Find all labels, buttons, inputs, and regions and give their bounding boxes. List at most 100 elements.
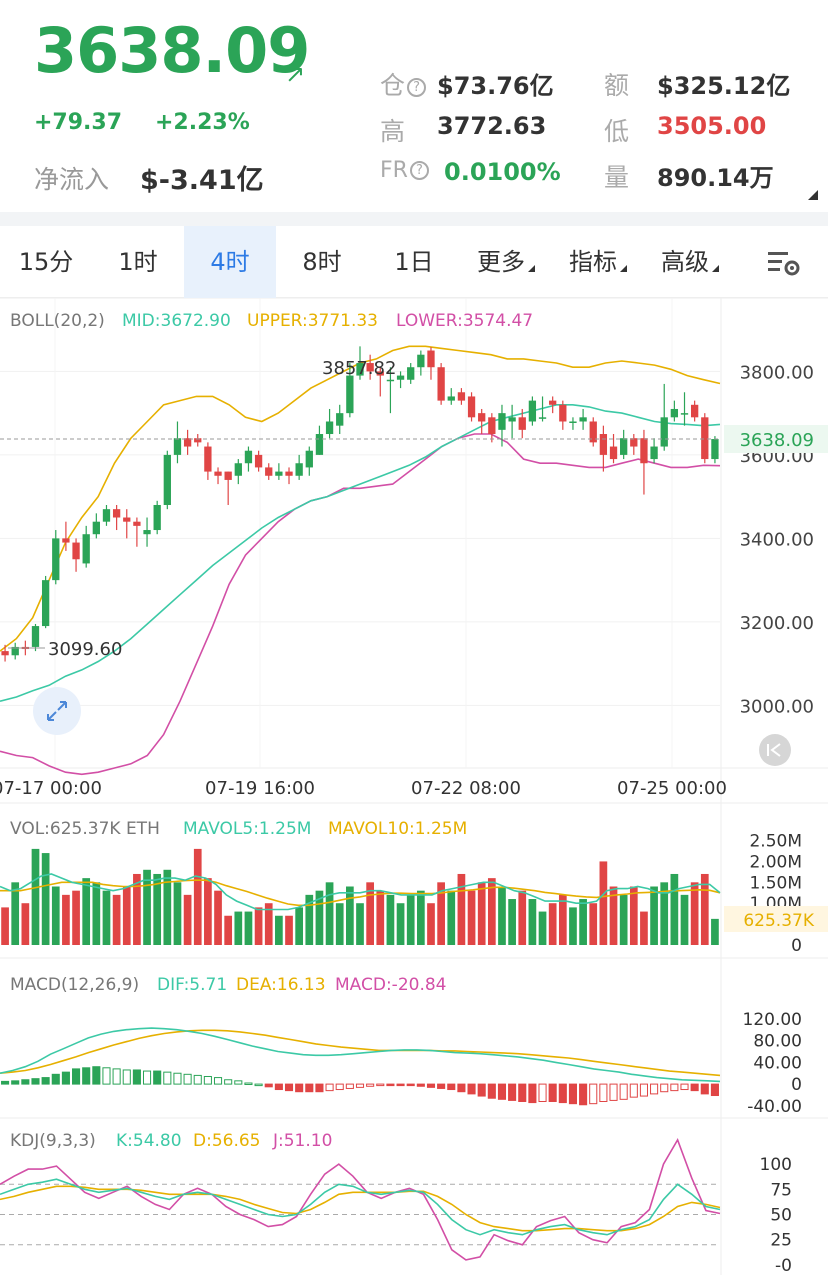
- kdj-d-line: [0, 1185, 721, 1232]
- macd-histogram-bar: [710, 1083, 719, 1097]
- tab-1h[interactable]: 1时: [92, 226, 184, 298]
- candle-body: [224, 471, 232, 480]
- candle-body: [467, 396, 476, 418]
- rewind-button[interactable]: [759, 734, 791, 766]
- candle-body: [346, 375, 354, 414]
- tab-more[interactable]: 更多: [460, 226, 552, 298]
- volume-bar: [173, 882, 182, 945]
- volume-bar: [518, 890, 527, 945]
- volume-bar: [72, 890, 80, 945]
- candle-body: [275, 471, 283, 476]
- macd-histogram-bar: [437, 1083, 446, 1089]
- chart-area[interactable]: 3800.003600.003400.003200.003000.003638.…: [0, 298, 828, 1275]
- macd-histogram-bar: [558, 1083, 567, 1104]
- volume-bar: [102, 890, 111, 945]
- tab-4h[interactable]: 4时: [184, 226, 276, 298]
- candle-body: [214, 471, 222, 476]
- candle-body: [538, 417, 547, 419]
- volume-bar: [295, 907, 304, 945]
- tab-advanced[interactable]: 高级: [644, 226, 736, 298]
- volume-bar: [346, 886, 354, 945]
- candle-body: [153, 504, 161, 531]
- volume-bar: [376, 890, 385, 945]
- macd-histogram-bar: [619, 1083, 628, 1100]
- candle-body: [559, 404, 567, 422]
- volume-bar: [386, 894, 395, 945]
- candle-body: [386, 379, 395, 382]
- last-price: 3638.09: [34, 14, 310, 87]
- kdj-j-line: [0, 1138, 721, 1261]
- candle-body: [244, 450, 253, 464]
- volume-bar: [467, 890, 476, 945]
- macd-histogram-bar: [284, 1083, 294, 1092]
- macd-histogram-bar: [112, 1068, 121, 1085]
- y-tick-label: 1.50M: [749, 873, 802, 893]
- volume-bar: [325, 882, 334, 945]
- tab-1d[interactable]: 1日: [368, 226, 460, 298]
- macd-histogram-bar: [396, 1083, 405, 1087]
- macd-histogram-bar: [224, 1079, 233, 1085]
- volume-bar: [143, 869, 151, 945]
- macd-histogram-bar: [21, 1079, 30, 1085]
- volume-bar: [112, 894, 121, 945]
- help-icon[interactable]: ?: [407, 78, 427, 97]
- candle-body: [315, 434, 324, 455]
- macd-histogram-bar: [132, 1069, 141, 1085]
- kdj-legend-k: K:54.80: [116, 1131, 182, 1151]
- current-price-label: 3638.09: [740, 430, 814, 451]
- boll-legend-upper: UPPER:3771.33: [247, 311, 378, 331]
- expand-corner-icon[interactable]: [808, 190, 818, 200]
- candle-body: [1, 651, 9, 656]
- macd-histogram-bar: [82, 1067, 91, 1085]
- candle-body: [72, 542, 80, 560]
- macd-legend-macd: MACD:-20.84: [335, 975, 447, 995]
- candle-body: [549, 400, 557, 405]
- tab-8h[interactable]: 8时: [276, 226, 368, 298]
- macd-histogram-bar: [477, 1083, 486, 1097]
- macd-histogram-bar: [142, 1070, 152, 1085]
- volume-bar: [82, 878, 91, 945]
- y-tick-label: 2.50M: [749, 832, 802, 852]
- macd-histogram-bar: [639, 1083, 648, 1097]
- funding-rate-label: FR?: [380, 158, 429, 183]
- macd-histogram-bar: [203, 1075, 212, 1085]
- boll-upper-line: [0, 345, 721, 652]
- candle-body: [437, 367, 445, 401]
- volume-bar: [122, 886, 131, 945]
- chart-settings-icon[interactable]: [766, 248, 802, 278]
- macd-histogram-bar: [274, 1083, 283, 1091]
- volume-bar: [51, 886, 60, 945]
- macd-histogram-bar: [355, 1083, 365, 1088]
- macd-legend-dif: DIF:5.71: [157, 975, 227, 995]
- max-price-label: 3857.82: [322, 358, 396, 379]
- tab-indicators[interactable]: 指标: [552, 226, 644, 298]
- volume-bar: [244, 911, 253, 945]
- volume-bar: [416, 890, 425, 945]
- macd-histogram-bar: [31, 1078, 40, 1085]
- funding-rate-value: 0.0100%: [444, 158, 561, 186]
- macd-histogram-bar: [366, 1083, 375, 1087]
- y-tick-label: 80.00: [753, 1032, 802, 1052]
- candle-body: [711, 439, 719, 460]
- candle-body: [265, 467, 273, 476]
- candle-body: [427, 350, 435, 368]
- volume-bar: [640, 911, 648, 945]
- macd-histogram-bar: [244, 1082, 253, 1086]
- macd-histogram-bar: [264, 1083, 273, 1088]
- macd-histogram-bar: [629, 1083, 638, 1098]
- volume-bar: [690, 882, 699, 945]
- expand-button[interactable]: [33, 687, 81, 735]
- macd-histogram-bar: [61, 1071, 70, 1085]
- y-tick-label: 3200.00: [740, 613, 814, 634]
- macd-histogram-bar: [579, 1083, 588, 1106]
- help-icon[interactable]: ?: [409, 161, 429, 180]
- macd-histogram-bar: [497, 1083, 507, 1100]
- macd-histogram-bar: [335, 1083, 344, 1091]
- y-tick-label: 120.00: [743, 1010, 802, 1030]
- macd-histogram-bar: [193, 1074, 202, 1085]
- x-tick-label: 07-17 00:00: [0, 778, 102, 799]
- macd-histogram-bar: [163, 1071, 172, 1085]
- macd-histogram-bar: [426, 1083, 436, 1088]
- macd-histogram-bar: [690, 1083, 699, 1092]
- tab-15m[interactable]: 15分: [0, 226, 92, 298]
